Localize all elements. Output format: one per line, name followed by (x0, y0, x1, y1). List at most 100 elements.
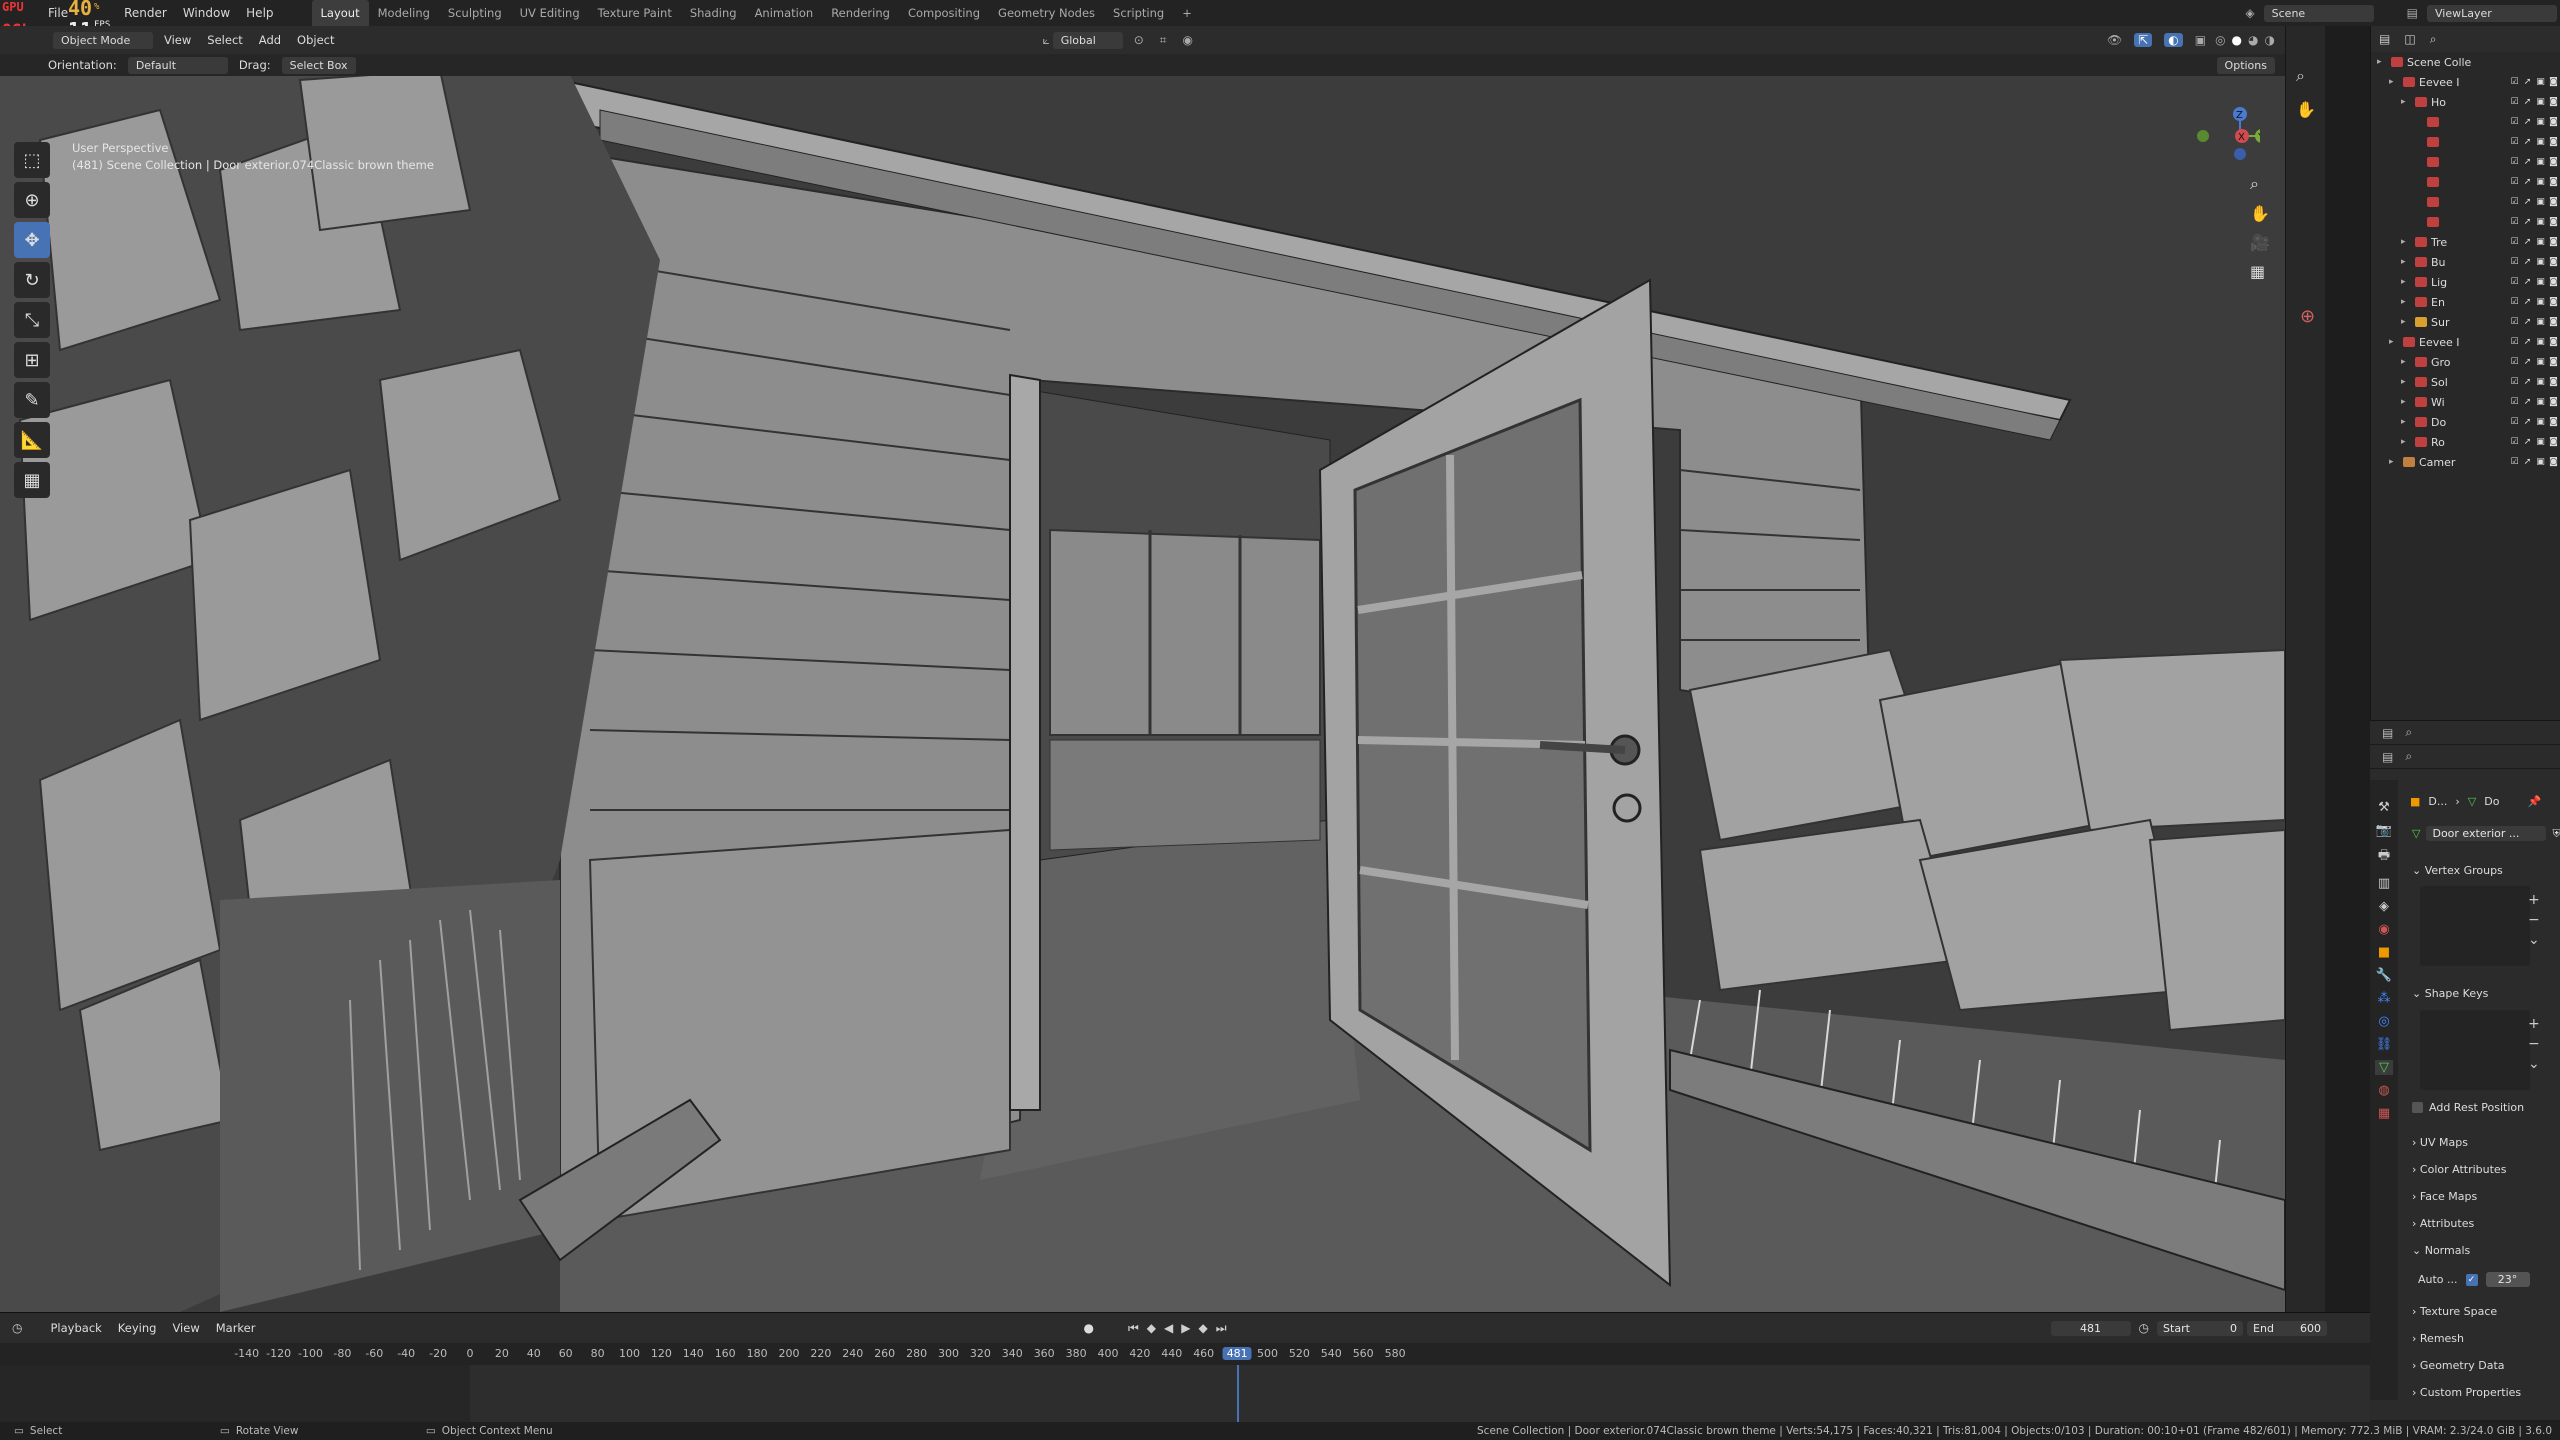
outliner-row[interactable]: ☑ ➚ ▣ ◙ (2371, 112, 2560, 132)
shape-key-menu-icon[interactable]: ⌄ (2528, 1054, 2540, 1074)
face-maps-header[interactable]: › Face Maps (2412, 1190, 2477, 1203)
render-camera-icon[interactable]: ◙ (2547, 437, 2560, 447)
select-arrow-icon[interactable]: ➚ (2521, 157, 2534, 167)
expand-arrow-icon[interactable]: ▸ (2389, 337, 2399, 347)
select-arrow-icon[interactable]: ➚ (2521, 77, 2534, 87)
constraints-tab-icon[interactable]: ⛓ (2376, 1037, 2393, 1052)
drag-select[interactable]: Select Box (281, 56, 356, 74)
annotate-tool-icon[interactable]: ✎ (14, 382, 50, 418)
select-arrow-icon[interactable]: ➚ (2521, 377, 2534, 387)
hide-eye-icon[interactable]: ▣ (2534, 157, 2547, 167)
outliner-row[interactable]: ▸ Sur ☑ ➚ ▣ ◙ (2371, 312, 2560, 332)
menu-view[interactable]: View (156, 33, 199, 47)
select-arrow-icon[interactable]: ➚ (2521, 137, 2534, 147)
outliner-row[interactable]: ▸ Wi ☑ ➚ ▣ ◙ (2371, 392, 2560, 412)
add-cube-tool-icon[interactable]: ▦ (14, 462, 50, 498)
render-camera-icon[interactable]: ◙ (2547, 457, 2560, 467)
render-camera-icon[interactable]: ◙ (2547, 237, 2560, 247)
frame-ruler[interactable]: -140 -120 -100 -80 -60 -40 -20 0 20 40 60 80 100 120 1… (0, 1343, 2370, 1365)
tab-sculpting[interactable]: Sculpting (439, 0, 511, 26)
scale-tool-icon[interactable]: ⤡ (14, 302, 50, 338)
exclude-checkbox-icon[interactable]: ☑ (2508, 297, 2521, 307)
end-frame-field[interactable]: End 600 (2247, 1320, 2328, 1336)
render-camera-icon[interactable]: ◙ (2547, 337, 2560, 347)
menu-keying[interactable]: Keying (110, 1321, 165, 1335)
start-frame-field[interactable]: Start 0 (2157, 1320, 2244, 1336)
modifier-tab-icon[interactable]: 🔧 (2376, 968, 2392, 983)
texture-tab-icon[interactable]: ▦ (2378, 1106, 2390, 1121)
frame-range-area[interactable] (470, 1365, 2370, 1423)
render-tab-icon[interactable]: 📷 (2376, 823, 2392, 838)
select-arrow-icon[interactable]: ➚ (2521, 257, 2534, 267)
fake-user-shield-icon[interactable]: ⛨ (2552, 827, 2560, 841)
pan-hand-icon[interactable]: ✋ (2250, 204, 2270, 223)
exclude-checkbox-icon[interactable]: ☑ (2508, 237, 2521, 247)
neg-z-axis-icon[interactable] (2234, 148, 2246, 160)
render-camera-icon[interactable]: ◙ (2547, 357, 2560, 367)
properties-editor-icon[interactable]: ▤ (2382, 726, 2393, 740)
current-frame-field[interactable]: 481 (2050, 1320, 2131, 1336)
tab-texture-paint[interactable]: Texture Paint (589, 0, 681, 26)
material-tab-icon[interactable]: ◍ (2378, 1083, 2389, 1098)
properties-editor-icon-2[interactable]: ▤ (2382, 750, 2393, 764)
expand-arrow-icon[interactable]: ▸ (2377, 57, 2387, 67)
hide-eye-icon[interactable]: ▣ (2534, 277, 2547, 287)
select-arrow-icon[interactable]: ➚ (2521, 177, 2534, 187)
render-camera-icon[interactable]: ◙ (2547, 257, 2560, 267)
gizmo-toggle-icon[interactable]: ⇱ (2134, 33, 2153, 47)
tab-layout[interactable]: Layout (311, 0, 369, 26)
mode-selector[interactable]: Object Mode (53, 31, 153, 49)
auto-smooth-checkbox[interactable]: ✓ (2465, 1273, 2478, 1286)
output-tab-icon[interactable]: 🖶 (2378, 846, 2390, 868)
wireframe-shading-icon[interactable]: ◎ (2215, 33, 2225, 47)
outliner-row[interactable]: ☑ ➚ ▣ ◙ (2371, 172, 2560, 192)
outliner-row[interactable]: ☑ ➚ ▣ ◙ (2371, 152, 2560, 172)
select-arrow-icon[interactable]: ➚ (2521, 297, 2534, 307)
jump-end-icon[interactable]: ⏭ (1216, 1321, 1227, 1336)
menu-select[interactable]: Select (199, 33, 250, 47)
hide-eye-icon[interactable]: ▣ (2534, 177, 2547, 187)
exclude-checkbox-icon[interactable]: ☑ (2508, 97, 2521, 107)
expand-arrow-icon[interactable]: ▸ (2401, 357, 2411, 367)
object-tab-icon[interactable]: ■ (2378, 945, 2390, 960)
outliner-editor-icon[interactable]: ▤ (2379, 32, 2390, 46)
hide-eye-icon[interactable]: ▣ (2534, 417, 2547, 427)
select-arrow-icon[interactable]: ➚ (2521, 317, 2534, 327)
playhead-line[interactable] (1237, 1365, 1240, 1423)
render-camera-icon[interactable]: ◙ (2547, 277, 2560, 287)
hide-eye-icon[interactable]: ▣ (2534, 397, 2547, 407)
outliner-search-icon[interactable]: ⌕ (2430, 32, 2437, 47)
shape-keys-header[interactable]: ⌄ Shape Keys (2412, 987, 2488, 1000)
texture-space-header[interactable]: › Texture Space (2412, 1305, 2497, 1318)
pin-icon[interactable]: 📌 (2527, 795, 2541, 808)
menu-render[interactable]: Render (116, 0, 175, 26)
attributes-header[interactable]: › Attributes (2412, 1217, 2474, 1230)
geometry-data-header[interactable]: › Geometry Data (2412, 1359, 2505, 1372)
outliner-row[interactable]: ▸ Ro ☑ ➚ ▣ ◙ (2371, 432, 2560, 452)
proportional-icon[interactable]: ◉ (1183, 33, 1193, 47)
render-camera-icon[interactable]: ◙ (2547, 137, 2560, 147)
exclude-checkbox-icon[interactable]: ☑ (2508, 217, 2521, 227)
hide-eye-icon[interactable]: ▣ (2534, 197, 2547, 207)
expand-arrow-icon[interactable]: ▸ (2401, 237, 2411, 247)
hide-eye-icon[interactable]: ▣ (2534, 77, 2547, 87)
hide-eye-icon[interactable]: ▣ (2534, 337, 2547, 347)
tab-modeling[interactable]: Modeling (369, 0, 439, 26)
hide-eye-icon[interactable]: ▣ (2534, 297, 2547, 307)
exclude-checkbox-icon[interactable]: ☑ (2508, 337, 2521, 347)
world-tab-icon[interactable]: ◉ (2378, 922, 2389, 937)
tab-animation[interactable]: Animation (746, 0, 823, 26)
options-dropdown[interactable]: Options (2216, 56, 2275, 74)
select-arrow-icon[interactable]: ➚ (2521, 437, 2534, 447)
auto-smooth-angle[interactable]: 23° (2485, 1272, 2530, 1287)
expand-arrow-icon[interactable]: ▸ (2401, 257, 2411, 267)
outliner-row[interactable]: ▸ Bu ☑ ➚ ▣ ◙ (2371, 252, 2560, 272)
scene-selector[interactable]: Scene (2263, 4, 2374, 22)
hide-eye-icon[interactable]: ▣ (2534, 137, 2547, 147)
jump-start-icon[interactable]: ⏮ (1128, 1321, 1139, 1336)
outliner-row[interactable]: ▸ Scene Colle (2371, 52, 2560, 72)
outliner-row[interactable]: ▸ Eevee I ☑ ➚ ▣ ◙ (2371, 332, 2560, 352)
render-camera-icon[interactable]: ◙ (2547, 217, 2560, 227)
menu-help[interactable]: Help (238, 0, 281, 26)
select-arrow-icon[interactable]: ➚ (2521, 357, 2534, 367)
